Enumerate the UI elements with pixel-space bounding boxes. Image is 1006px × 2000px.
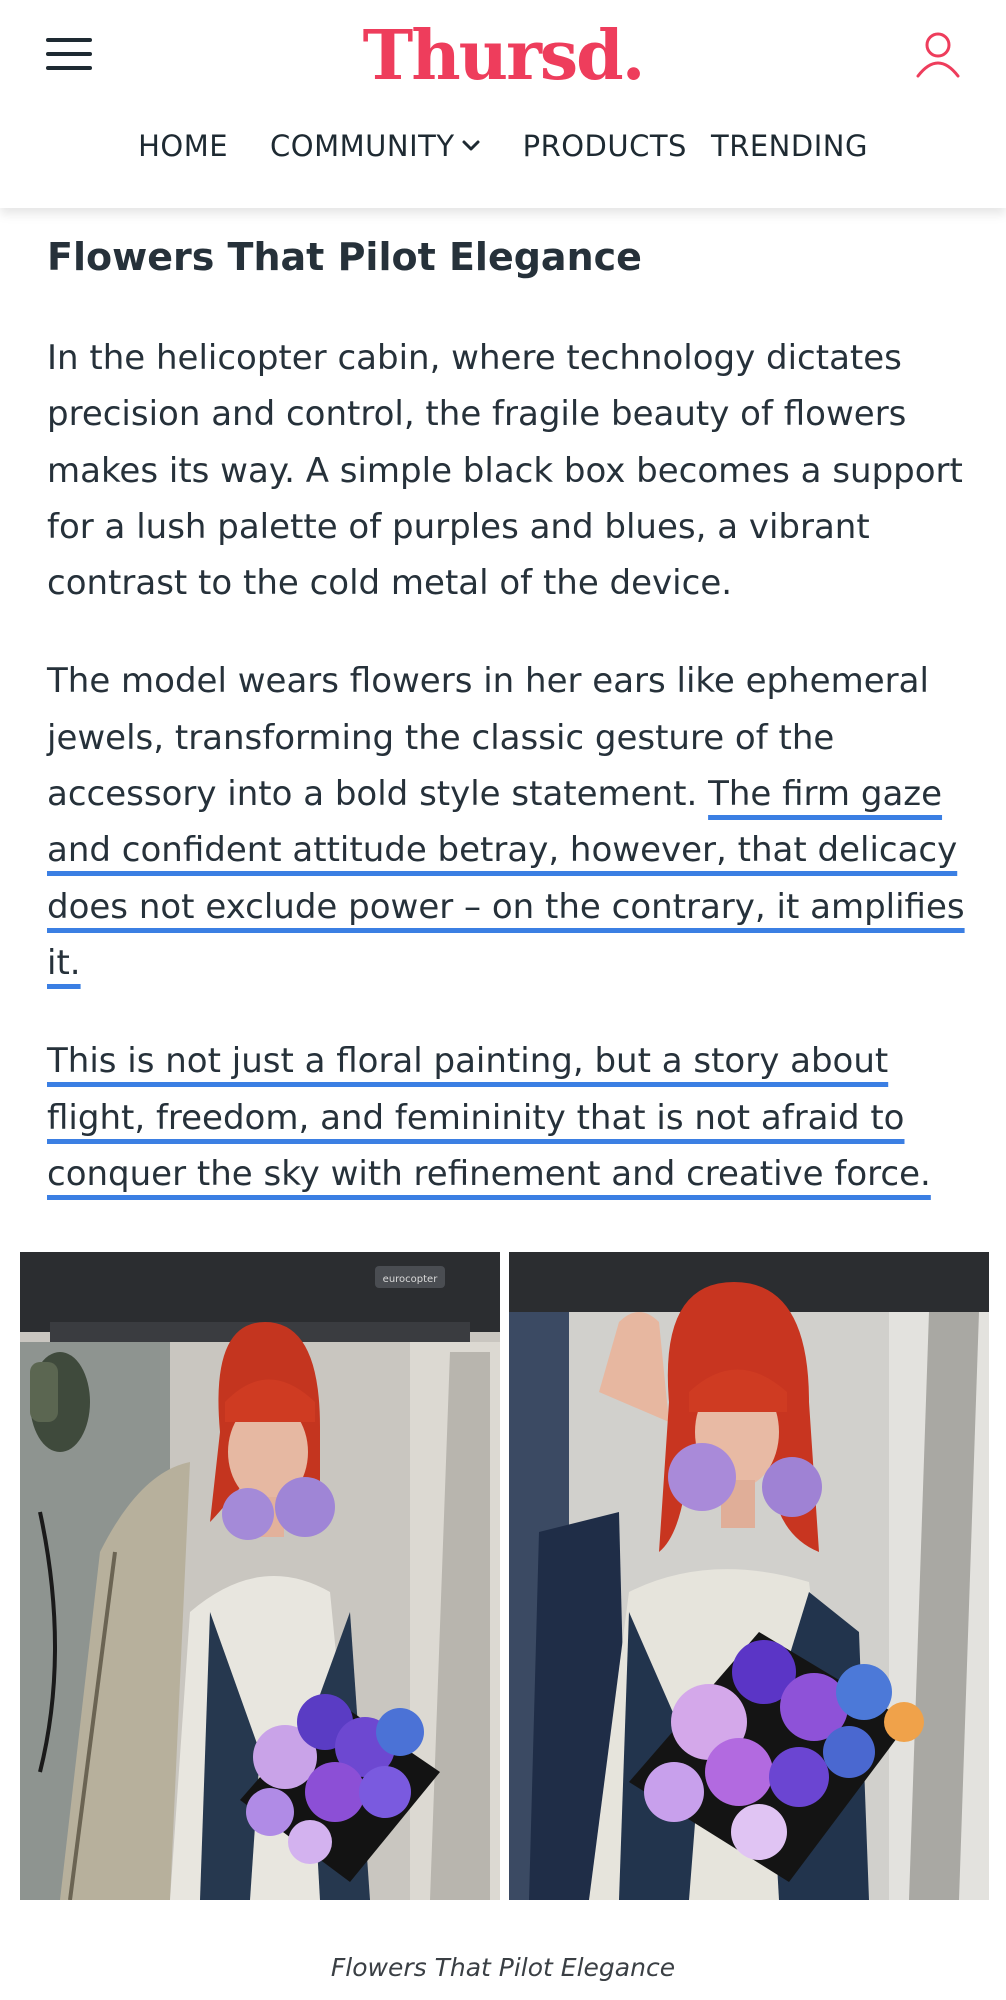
- gallery-photo-right[interactable]: [509, 1252, 989, 1900]
- gallery-photo-left[interactable]: eurocopter: [20, 1252, 500, 1900]
- nav-item-products[interactable]: PRODUCTS: [523, 129, 687, 163]
- nav-label: COMMUNITY: [270, 129, 455, 163]
- paragraph-3: This is not just a floral painting, but …: [47, 1033, 967, 1202]
- paragraph-1: In the helicopter cabin, where technolog…: [47, 338, 963, 604]
- eurocopter-badge: eurocopter: [383, 1274, 439, 1285]
- article-body: Flowers That Pilot Elegance In the helic…: [47, 232, 967, 1202]
- site-logo[interactable]: Thursd.: [0, 14, 1006, 98]
- user-account-icon[interactable]: [914, 28, 962, 80]
- photo-gallery: eurocopter: [20, 1252, 990, 1900]
- chevron-down-icon: [462, 140, 480, 151]
- nav-label: TRENDING: [710, 129, 868, 163]
- section-title: Flowers That Pilot Elegance: [47, 235, 642, 279]
- nav-item-trending[interactable]: TRENDING: [711, 129, 868, 163]
- main-nav: HOME COMMUNITY PRODUCTS TRENDING: [0, 118, 1006, 174]
- highlighted-text[interactable]: This is not just a floral painting, but …: [47, 1041, 931, 1194]
- nav-item-home[interactable]: HOME: [138, 129, 228, 163]
- nav-label: HOME: [138, 129, 229, 163]
- nav-item-community[interactable]: COMMUNITY: [270, 129, 481, 163]
- image-caption: Flowers That Pilot Elegance: [330, 1953, 676, 1982]
- nav-label: PRODUCTS: [522, 129, 687, 163]
- site-header: Thursd. HOME COMMUNITY PRODUCTS TRENDING: [0, 0, 1006, 208]
- paragraph-2: The model wears flowers in her ears like…: [47, 653, 967, 991]
